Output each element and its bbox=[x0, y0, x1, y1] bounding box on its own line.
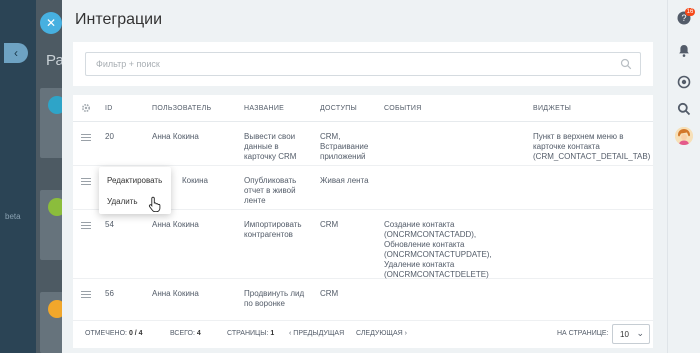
menu-toggle-icon[interactable]: ‹ bbox=[4, 43, 28, 63]
cell-line: по воронке bbox=[244, 299, 285, 308]
page-title: Интеграции bbox=[75, 11, 163, 28]
cell-access: CRM bbox=[320, 289, 338, 299]
cell-line: (ONCRMCONTACTUPDATE), bbox=[384, 250, 492, 259]
search-icon[interactable] bbox=[620, 58, 632, 70]
avatar[interactable] bbox=[675, 127, 693, 145]
gear-icon[interactable] bbox=[81, 103, 91, 113]
cell-line: Продвинуть лид bbox=[244, 289, 305, 298]
close-panel-button[interactable]: ✕ bbox=[40, 12, 62, 34]
help-badge: 16 bbox=[685, 8, 695, 16]
right-toolbar: ? 16 bbox=[667, 0, 700, 353]
column-header-name[interactable]: НАЗВАНИЕ bbox=[244, 105, 284, 112]
cell-id: 56 bbox=[105, 289, 114, 298]
cell-line: ленте bbox=[244, 196, 266, 205]
cell-user[interactable]: Анна Кокина bbox=[152, 132, 199, 142]
chat-icon[interactable] bbox=[676, 74, 692, 90]
filter-placeholder: Фильтр + поиск bbox=[96, 59, 160, 69]
cell-line: Вывести свои bbox=[244, 132, 296, 141]
pages-info: СТРАНИЦЫ: 1 bbox=[227, 330, 274, 337]
cell-line: Удаление контакта bbox=[384, 260, 455, 269]
selected-count: ОТМЕЧЕНО: 0 / 4 bbox=[85, 330, 143, 337]
filter-bar: Фильтр + поиск bbox=[73, 42, 653, 86]
row-actions-icon[interactable] bbox=[81, 291, 91, 298]
table-row[interactable]: 56 Анна Кокина Продвинуть лид по воронке… bbox=[73, 279, 653, 321]
cell-line: Обновление контакта bbox=[384, 240, 465, 249]
cell-id: 54 bbox=[105, 220, 114, 229]
cell-line: приложений bbox=[320, 152, 366, 161]
cell-line: Создание контакта bbox=[384, 220, 455, 229]
pages-value: 1 bbox=[270, 330, 275, 337]
cell-id: 20 bbox=[105, 132, 114, 141]
selected-value: 0 / 4 bbox=[128, 330, 143, 337]
cell-name[interactable]: Импортировать контрагентов bbox=[244, 220, 302, 240]
cell-events: Создание контакта (ONCRMCONTACTADD), Обн… bbox=[384, 220, 492, 280]
cell-name[interactable]: Опубликовать отчет в живой ленте bbox=[244, 176, 296, 206]
per-page-value: 10 bbox=[620, 330, 629, 339]
cell-user[interactable]: Анна Кокина bbox=[152, 289, 199, 299]
chevron-down-icon: ⌄ bbox=[636, 328, 644, 338]
cell-line: Пункт в верхнем меню в bbox=[533, 132, 624, 141]
column-header-widgets[interactable]: ВИДЖЕТЫ bbox=[533, 105, 571, 112]
beta-label: beta bbox=[5, 212, 21, 221]
grid-footer: ОТМЕЧЕНО: 0 / 4 ВСЕГО: 4 СТРАНИЦЫ: 1 ‹ П… bbox=[73, 321, 653, 348]
column-header-user[interactable]: ПОЛЬЗОВАТЕЛЬ bbox=[152, 105, 211, 112]
cell-line: CRM bbox=[320, 220, 339, 229]
cell-user[interactable]: Анна Кокина bbox=[152, 220, 199, 230]
cell-line: Опубликовать bbox=[244, 176, 297, 185]
menu-item-delete[interactable]: Удалить bbox=[107, 197, 138, 206]
cell-access: CRM, Встраивание приложений bbox=[320, 132, 368, 162]
per-page-select[interactable]: 10 ⌄ bbox=[612, 324, 650, 344]
total-count: ВСЕГО: 4 bbox=[170, 330, 201, 337]
column-header-events[interactable]: СОБЫТИЯ bbox=[384, 105, 422, 112]
bell-icon[interactable] bbox=[676, 43, 692, 59]
cell-line: Импортировать bbox=[244, 220, 302, 229]
cell-line: CRM, bbox=[320, 132, 341, 141]
cell-line: Живая лента bbox=[320, 176, 369, 185]
cell-line: контрагентов bbox=[244, 230, 293, 239]
per-page-label: НА СТРАНИЦЕ: bbox=[557, 330, 609, 337]
column-header-access[interactable]: ДОСТУПЫ bbox=[320, 105, 357, 112]
next-page-label: СЛЕДУЮЩАЯ bbox=[356, 330, 403, 337]
user-avatar-icon bbox=[675, 127, 693, 145]
cell-line: отчет в живой bbox=[244, 186, 296, 195]
row-actions-icon[interactable] bbox=[81, 222, 91, 229]
cell-access: Живая лента bbox=[320, 176, 369, 186]
cell-line: карточку CRM bbox=[244, 152, 297, 161]
table-row[interactable]: 54 Анна Кокина Импортировать контрагенто… bbox=[73, 210, 653, 279]
cell-name[interactable]: Продвинуть лид по воронке bbox=[244, 289, 304, 309]
row-actions-icon[interactable] bbox=[81, 178, 91, 185]
cell-line: данные в bbox=[244, 142, 279, 151]
cell-name[interactable]: Вывести свои данные в карточку CRM bbox=[244, 132, 296, 162]
cell-user[interactable]: Кокина bbox=[182, 176, 208, 186]
prev-page-button[interactable]: ‹ ПРЕДЫДУЩАЯ bbox=[289, 330, 344, 337]
pages-label: СТРАНИЦЫ: bbox=[227, 330, 269, 337]
integrations-grid: ID ПОЛЬЗОВАТЕЛЬ НАЗВАНИЕ ДОСТУПЫ СОБЫТИЯ… bbox=[73, 95, 653, 348]
prev-page-label: ПРЕДЫДУЩАЯ bbox=[293, 330, 345, 337]
cell-line: (CRM_CONTACT_DETAIL_TAB) bbox=[533, 152, 651, 161]
row-actions-icon[interactable] bbox=[81, 134, 91, 141]
selected-label: ОТМЕЧЕНО: bbox=[85, 330, 127, 337]
hand-cursor-icon bbox=[148, 196, 161, 212]
column-header-id[interactable]: ID bbox=[105, 105, 113, 112]
menu-item-edit[interactable]: Редактировать bbox=[107, 176, 162, 185]
cell-line: CRM bbox=[320, 289, 339, 298]
cell-access: CRM bbox=[320, 220, 338, 230]
cell-line: карточке контакта bbox=[533, 142, 600, 151]
filter-search-input[interactable]: Фильтр + поиск bbox=[85, 52, 641, 76]
total-label: ВСЕГО: bbox=[170, 330, 195, 337]
grid-header: ID ПОЛЬЗОВАТЕЛЬ НАЗВАНИЕ ДОСТУПЫ СОБЫТИЯ… bbox=[73, 95, 653, 122]
table-row[interactable]: 20 Анна Кокина Вывести свои данные в кар… bbox=[73, 122, 653, 166]
next-page-button[interactable]: СЛЕДУЮЩАЯ › bbox=[356, 330, 407, 337]
cell-line: (ONCRMCONTACTADD), bbox=[384, 230, 477, 239]
total-value: 4 bbox=[196, 330, 201, 337]
search-icon[interactable] bbox=[676, 101, 692, 117]
cell-widgets: Пункт в верхнем меню в карточке контакта… bbox=[533, 132, 650, 162]
cell-line: Встраивание bbox=[320, 142, 369, 151]
